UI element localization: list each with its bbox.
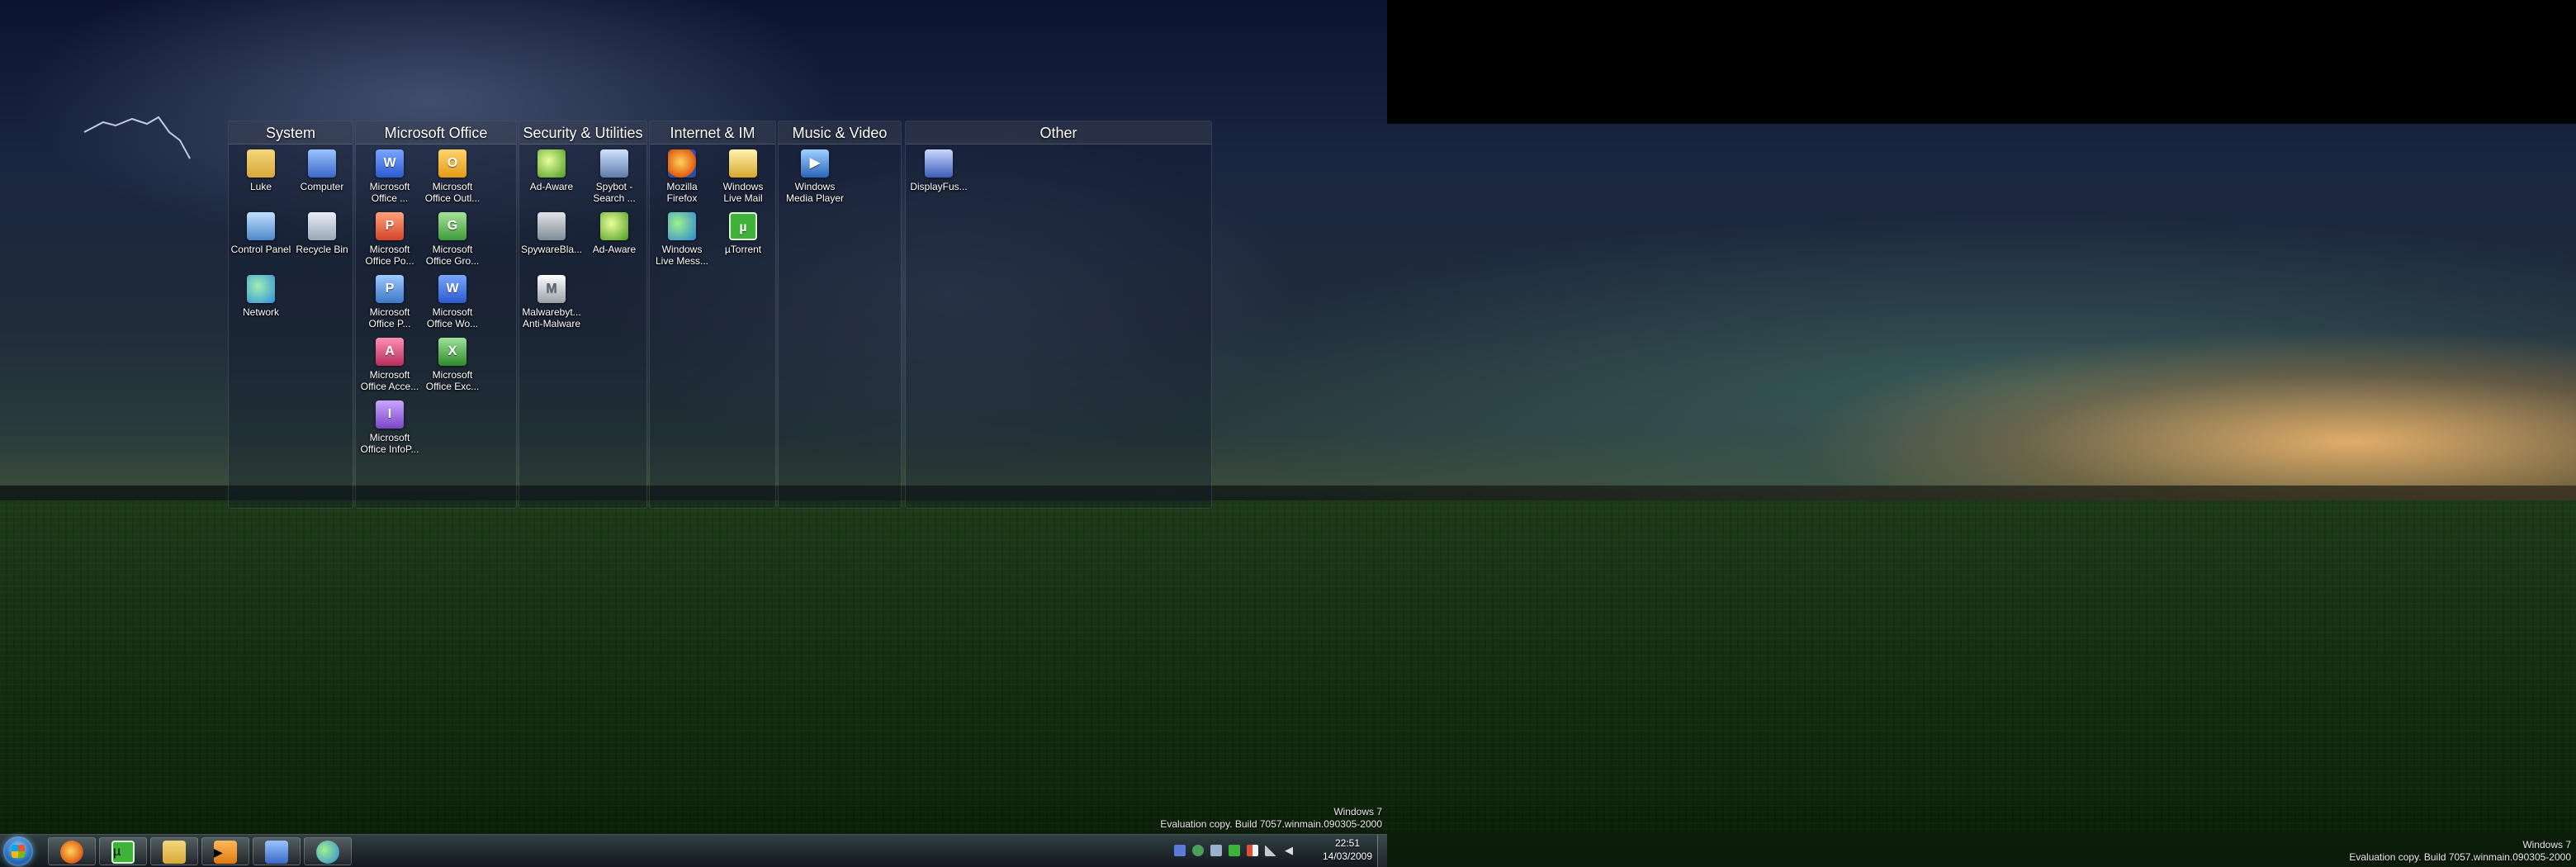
taskbar-button-remote-desktop[interactable] — [253, 837, 301, 865]
desktop-icon-utorrent[interactable]: µ µTorrent — [713, 212, 774, 255]
clock-date: 14/03/2009 — [1322, 850, 1373, 862]
powerpoint-icon: P — [376, 212, 404, 240]
desktop-icon-media-player[interactable]: ▶ Windows Media Player — [782, 149, 848, 204]
desktop-icon-office-groove[interactable]: G Microsoft Office Gro... — [422, 212, 483, 267]
access-icon: A — [376, 338, 404, 366]
fence-microsoft-office: Microsoft Office W Microsoft Office ... … — [355, 121, 517, 509]
taskbar-button-messenger[interactable] — [304, 837, 352, 865]
clock-time: 22:51 — [1334, 837, 1361, 849]
control-panel-icon — [247, 212, 275, 240]
infopath-icon: I — [376, 400, 404, 429]
media-player-icon: ▶ — [214, 841, 237, 864]
fence-other: Other DisplayFus... — [905, 121, 1212, 509]
desktop-icon-displayfusion[interactable]: DisplayFus... — [906, 149, 972, 192]
fence-title: Music & Video — [779, 121, 901, 144]
computer-icon — [308, 149, 336, 178]
desktop-icon-recycle-bin[interactable]: Recycle Bin — [291, 212, 353, 255]
fence-title: Microsoft Office — [356, 121, 516, 144]
secondary-monitor-empty-area — [1387, 0, 2576, 124]
word-icon: W — [376, 149, 404, 178]
outlook-icon: O — [438, 149, 466, 178]
utorrent-icon: µ — [729, 212, 757, 240]
volume-icon[interactable]: ◀ — [1283, 845, 1295, 856]
start-button[interactable] — [3, 836, 33, 866]
spywareblaster-icon — [537, 212, 566, 240]
groove-icon: G — [438, 212, 466, 240]
taskbar-button-media-player[interactable]: ▶ — [201, 837, 249, 865]
desktop-icon-office-powerpoint[interactable]: P Microsoft Office Po... — [359, 212, 420, 267]
fence-title: System — [229, 121, 353, 144]
displayfusion-icon — [925, 149, 953, 178]
fence-security-utilities: Security & Utilities Ad-Aware Spybot - S… — [519, 121, 647, 509]
word-icon: W — [438, 275, 466, 303]
fence-music-video: Music & Video ▶ Windows Media Player — [778, 121, 902, 509]
desktop-icon-office-1[interactable]: W Microsoft Office ... — [359, 149, 420, 204]
desktop-icon-control-panel[interactable]: Control Panel — [230, 212, 291, 255]
fence-internet-im: Internet & IM Mozilla Firefox Windows Li… — [649, 121, 776, 509]
lightning-bolt — [83, 116, 191, 159]
desktop-icon-live-messenger[interactable]: Windows Live Mess... — [651, 212, 713, 267]
fence-title: Security & Utilities — [519, 121, 646, 144]
desktop-icon-luke[interactable]: Luke — [230, 149, 291, 192]
user-folder-icon — [247, 149, 275, 178]
spybot-icon — [600, 149, 628, 178]
network-icon — [247, 275, 275, 303]
taskbar-button-firefox[interactable] — [48, 837, 96, 865]
fence-system: System Luke Computer Control Panel Recyc… — [228, 121, 353, 509]
show-desktop-button[interactable] — [1377, 835, 1387, 867]
monitor-icon — [265, 841, 288, 864]
taskbar-button-explorer[interactable] — [150, 837, 198, 865]
desktop-icon-firefox[interactable]: Mozilla Firefox — [651, 149, 713, 204]
media-player-icon: ▶ — [801, 149, 829, 178]
adaware-icon — [600, 212, 628, 240]
security-icon[interactable] — [1192, 845, 1204, 856]
flag-icon[interactable] — [1247, 845, 1258, 856]
taskbar: µ ▶ ◀ 22:51 14/03/2009 — [0, 834, 1387, 867]
evaluation-watermark-primary: Windows 7 Evaluation copy. Build 7057.wi… — [1160, 806, 1382, 830]
fence-title: Other — [906, 121, 1211, 144]
firefox-icon — [60, 841, 83, 864]
utorrent-icon[interactable] — [1229, 845, 1240, 856]
live-mail-icon — [729, 149, 757, 178]
desktop-icon-network[interactable]: Network — [230, 275, 291, 318]
project-icon: P — [376, 275, 404, 303]
desktop-icon-computer[interactable]: Computer — [291, 149, 353, 192]
desktop-icon-office-access[interactable]: A Microsoft Office Acce... — [359, 338, 420, 392]
desktop-icon-live-mail[interactable]: Windows Live Mail — [713, 149, 774, 204]
desktop-icon-office-project[interactable]: P Microsoft Office P... — [359, 275, 420, 329]
system-clock[interactable]: 22:51 14/03/2009 — [1314, 836, 1380, 863]
grass-field — [0, 500, 2576, 834]
windows-logo-icon — [12, 845, 25, 858]
desktop-icon-office-excel[interactable]: X Microsoft Office Exc... — [422, 338, 483, 392]
taskbar-button-utorrent[interactable]: µ — [99, 837, 147, 865]
utorrent-icon: µ — [111, 841, 135, 864]
firefox-icon — [668, 149, 696, 178]
desktop-icon-office-word[interactable]: W Microsoft Office Wo... — [422, 275, 483, 329]
network-icon[interactable] — [1210, 845, 1222, 856]
desktop-icon-office-infopath[interactable]: I Microsoft Office InfoP... — [359, 400, 420, 455]
malwarebytes-icon: M — [537, 275, 566, 303]
messenger-icon — [316, 841, 339, 864]
messenger-icon — [668, 212, 696, 240]
displayfusion-icon[interactable] — [1174, 845, 1186, 856]
desktop-icon-spywareblaster[interactable]: SpywareBla... — [521, 212, 582, 255]
desktop-icon-spybot[interactable]: Spybot - Search ... — [584, 149, 645, 204]
desktop-icon-office-outlook[interactable]: O Microsoft Office Outl... — [422, 149, 483, 204]
desktop-icon-adaware-2[interactable]: Ad-Aware — [584, 212, 645, 255]
folder-icon — [163, 841, 186, 864]
excel-icon: X — [438, 338, 466, 366]
signal-icon[interactable] — [1265, 845, 1276, 856]
desktop-icon-malwarebytes[interactable]: M Malwarebyt... Anti-Malware — [521, 275, 582, 329]
recycle-bin-icon — [308, 212, 336, 240]
desktop-icon-adaware[interactable]: Ad-Aware — [521, 149, 582, 192]
adaware-icon — [537, 149, 566, 178]
evaluation-watermark-secondary: Windows 7 Evaluation copy. Build 7057.wi… — [2349, 839, 2571, 863]
fence-title: Internet & IM — [650, 121, 775, 144]
